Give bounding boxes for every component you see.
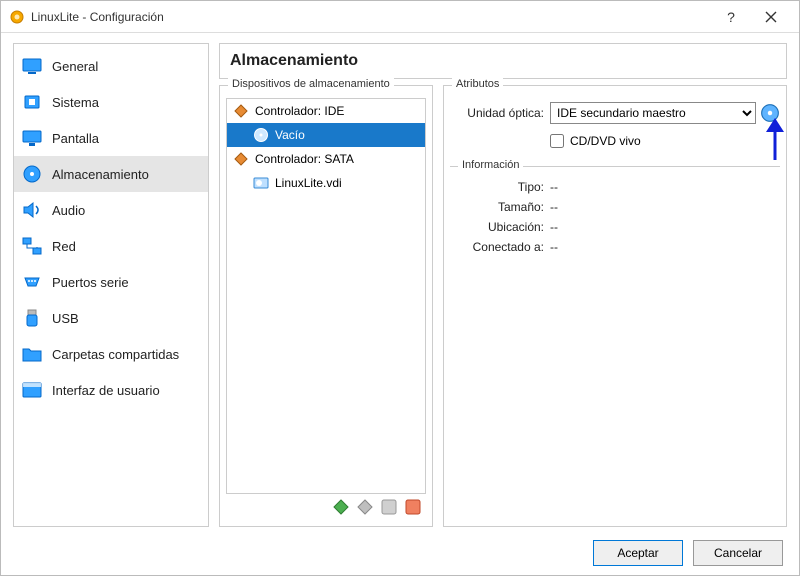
sidebar-item-shared-folders[interactable]: Carpetas compartidas	[14, 336, 208, 372]
info-group: Información Tipo: -- Tamaño: -- Ubicació…	[450, 166, 780, 257]
sidebar-item-label: General	[52, 59, 98, 74]
sidebar-item-label: Almacenamiento	[52, 167, 149, 182]
optical-drive-combo[interactable]: IDE secundario maestro	[550, 102, 756, 124]
sidebar: General Sistema Pantalla Almacenamiento …	[13, 43, 209, 527]
dialog-footer: Aceptar Cancelar	[1, 531, 799, 575]
hard-disk-vdi[interactable]: LinuxLite.vdi	[227, 171, 425, 195]
tree-label: Controlador: SATA	[255, 152, 354, 166]
speaker-icon	[22, 201, 42, 219]
sidebar-item-label: Carpetas compartidas	[52, 347, 179, 362]
sidebar-item-network[interactable]: Red	[14, 228, 208, 264]
live-cd-checkbox[interactable]	[550, 134, 564, 148]
sidebar-item-storage[interactable]: Almacenamiento	[14, 156, 208, 192]
help-button[interactable]: ?	[711, 3, 751, 31]
sidebar-item-label: Puertos serie	[52, 275, 129, 290]
sidebar-item-usb[interactable]: USB	[14, 300, 208, 336]
sidebar-item-audio[interactable]: Audio	[14, 192, 208, 228]
info-value: --	[550, 220, 558, 234]
optical-disc-icon	[253, 127, 269, 143]
optical-drive-row: Unidad óptica: IDE secundario maestro	[450, 102, 780, 124]
sidebar-item-system[interactable]: Sistema	[14, 84, 208, 120]
folder-icon	[22, 345, 42, 363]
info-row-attached: Conectado a: --	[450, 237, 780, 257]
sidebar-item-display[interactable]: Pantalla	[14, 120, 208, 156]
controller-icon	[233, 151, 249, 167]
page-title: Almacenamiento	[230, 52, 776, 70]
optical-drive-label: Unidad óptica:	[450, 106, 550, 120]
add-controller-icon[interactable]	[332, 498, 350, 516]
content: General Sistema Pantalla Almacenamiento …	[1, 33, 799, 531]
network-icon	[22, 237, 42, 255]
info-row-location: Ubicación: --	[450, 217, 780, 237]
tree-label: Vacío	[275, 128, 305, 142]
attributes-group: Atributos Unidad óptica: IDE secundario …	[443, 85, 787, 527]
hard-disk-icon	[253, 175, 269, 191]
ok-button[interactable]: Aceptar	[593, 540, 683, 566]
info-group-label: Información	[458, 159, 523, 171]
sidebar-item-label: Interfaz de usuario	[52, 383, 160, 398]
info-value: --	[550, 180, 558, 194]
window-title: LinuxLite - Configuración	[31, 10, 711, 24]
storage-tree[interactable]: Controlador: IDE Vacío Controlador: SATA	[226, 98, 426, 494]
devices-toolbar	[226, 494, 426, 520]
controller-sata[interactable]: Controlador: SATA	[227, 147, 425, 171]
app-icon	[9, 9, 25, 25]
live-cd-row: CD/DVD vivo	[450, 134, 780, 148]
sidebar-item-serial[interactable]: Puertos serie	[14, 264, 208, 300]
sidebar-item-label: Sistema	[52, 95, 99, 110]
sidebar-item-label: Audio	[52, 203, 85, 218]
remove-controller-icon[interactable]	[404, 498, 422, 516]
main-panel: Almacenamiento Dispositivos de almacenam…	[219, 43, 787, 527]
info-label: Tipo:	[450, 180, 550, 194]
sidebar-item-ui[interactable]: Interfaz de usuario	[14, 372, 208, 408]
choose-disk-button[interactable]	[760, 103, 780, 123]
optical-drive-empty[interactable]: Vacío	[227, 123, 425, 147]
sidebar-item-label: USB	[52, 311, 79, 326]
tree-label: LinuxLite.vdi	[275, 176, 342, 190]
devices-group-label: Dispositivos de almacenamiento	[228, 78, 394, 90]
monitor-icon	[22, 57, 42, 75]
info-row-size: Tamaño: --	[450, 197, 780, 217]
close-button[interactable]	[751, 3, 791, 31]
info-label: Tamaño:	[450, 200, 550, 214]
usb-icon	[22, 309, 42, 327]
info-label: Ubicación:	[450, 220, 550, 234]
tree-label: Controlador: IDE	[255, 104, 344, 118]
display-icon	[22, 129, 42, 147]
titlebar: LinuxLite - Configuración ?	[1, 1, 799, 33]
live-cd-label: CD/DVD vivo	[570, 134, 641, 148]
info-value: --	[550, 200, 558, 214]
add-attachment-icon[interactable]	[356, 498, 374, 516]
controller-ide[interactable]: Controlador: IDE	[227, 99, 425, 123]
panels: Dispositivos de almacenamiento Controlad…	[219, 85, 787, 527]
ui-icon	[22, 381, 42, 399]
controller-icon	[233, 103, 249, 119]
sidebar-item-label: Red	[52, 239, 76, 254]
info-row-type: Tipo: --	[450, 177, 780, 197]
serial-icon	[22, 273, 42, 291]
info-label: Conectado a:	[450, 240, 550, 254]
attributes-group-label: Atributos	[452, 78, 503, 90]
info-value: --	[550, 240, 558, 254]
chip-icon	[22, 93, 42, 111]
disk-icon	[22, 165, 42, 183]
page-header: Almacenamiento	[219, 43, 787, 79]
remove-attachment-icon[interactable]	[380, 498, 398, 516]
settings-window: LinuxLite - Configuración ? General Sist…	[0, 0, 800, 576]
devices-group: Dispositivos de almacenamiento Controlad…	[219, 85, 433, 527]
sidebar-item-label: Pantalla	[52, 131, 99, 146]
cancel-button[interactable]: Cancelar	[693, 540, 783, 566]
sidebar-item-general[interactable]: General	[14, 48, 208, 84]
